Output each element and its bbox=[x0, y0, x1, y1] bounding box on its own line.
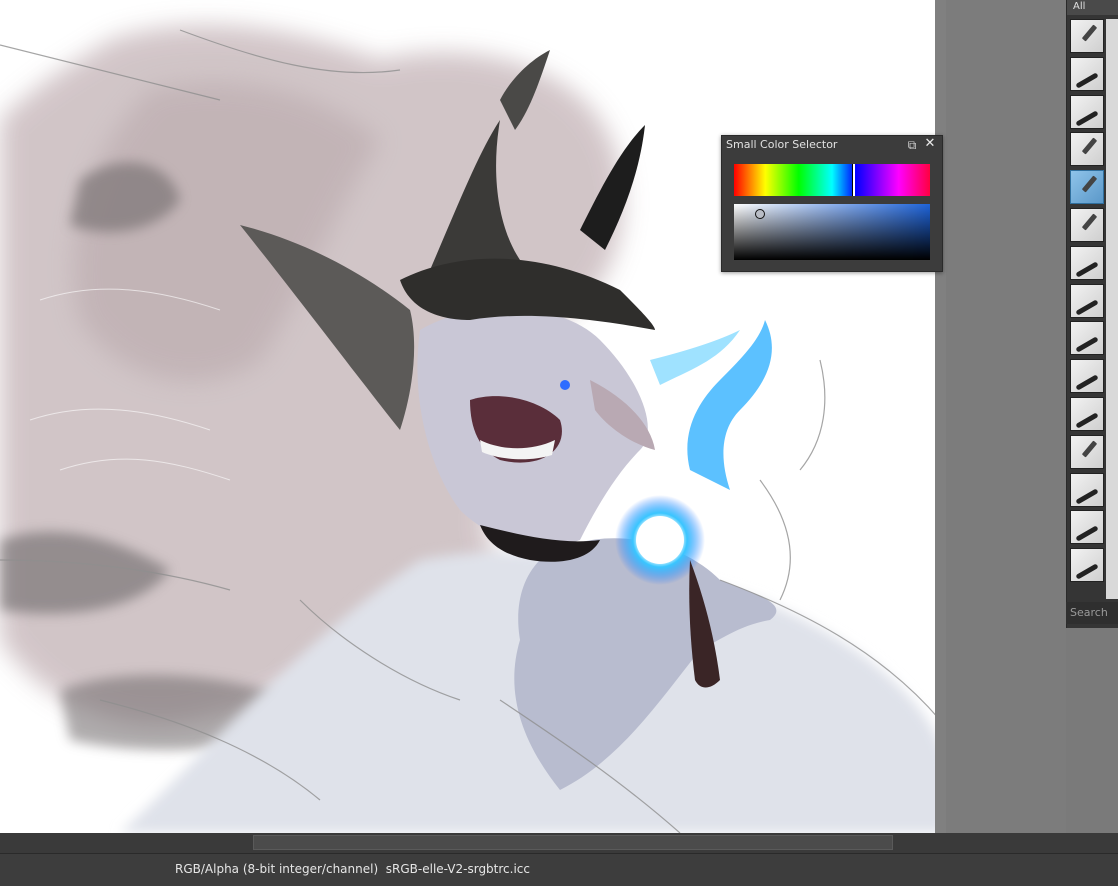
horizontal-scrollbar[interactable] bbox=[0, 833, 1118, 853]
saturation-value-square[interactable] bbox=[734, 204, 930, 260]
color-profile: sRGB-elle-V2-srgbtrc.icc bbox=[385, 862, 530, 876]
tag-filter-dropdown[interactable]: All bbox=[1067, 0, 1118, 15]
color-space-info[interactable]: RGB/Alpha (8-bit integer/channel) sRGB-e… bbox=[175, 862, 530, 876]
hue-slider[interactable] bbox=[734, 164, 930, 196]
fine-pen-icon[interactable] bbox=[1070, 207, 1104, 242]
canvas-background bbox=[946, 0, 1066, 833]
float-icon[interactable]: ⧉ bbox=[906, 139, 918, 151]
close-icon[interactable]: ✕ bbox=[924, 137, 936, 150]
scrollbar-thumb[interactable] bbox=[253, 835, 893, 850]
pencil-icon[interactable] bbox=[1070, 132, 1104, 167]
basic-brush-icon[interactable] bbox=[1070, 283, 1104, 318]
ink-brush-icon[interactable] bbox=[1070, 56, 1104, 91]
status-bar: RGB/Alpha (8-bit integer/channel) sRGB-e… bbox=[0, 853, 1118, 886]
color-picker-handle[interactable] bbox=[755, 209, 765, 219]
bristle-brush-icon[interactable] bbox=[1070, 434, 1104, 469]
eraser-brush-icon[interactable] bbox=[1070, 19, 1104, 53]
marker-icon[interactable] bbox=[1070, 245, 1104, 280]
color-model: RGB/Alpha (8-bit integer/channel) bbox=[175, 862, 379, 876]
painting bbox=[0, 25, 946, 833]
hue-marker[interactable] bbox=[852, 164, 855, 196]
canvas[interactable] bbox=[0, 0, 946, 833]
watercolor-icon[interactable] bbox=[1070, 472, 1104, 507]
flat-brush-icon[interactable] bbox=[1070, 321, 1104, 356]
selected-marker-icon[interactable] bbox=[1070, 170, 1104, 205]
texture-brush-icon[interactable] bbox=[1070, 396, 1104, 431]
docker-title: Small Color Selector bbox=[726, 138, 838, 151]
ink-pen-icon[interactable] bbox=[1070, 94, 1104, 129]
brush-preset-column-2[interactable] bbox=[1106, 19, 1118, 599]
small-color-selector: Small Color Selector ⧉ ✕ bbox=[721, 135, 943, 272]
brush-search-input[interactable]: Search bbox=[1066, 602, 1118, 624]
blend-brush-icon[interactable] bbox=[1070, 510, 1104, 545]
smudge-brush-icon[interactable] bbox=[1070, 548, 1104, 583]
canvas-border bbox=[935, 0, 946, 833]
wet-brush-icon[interactable] bbox=[1070, 359, 1104, 394]
